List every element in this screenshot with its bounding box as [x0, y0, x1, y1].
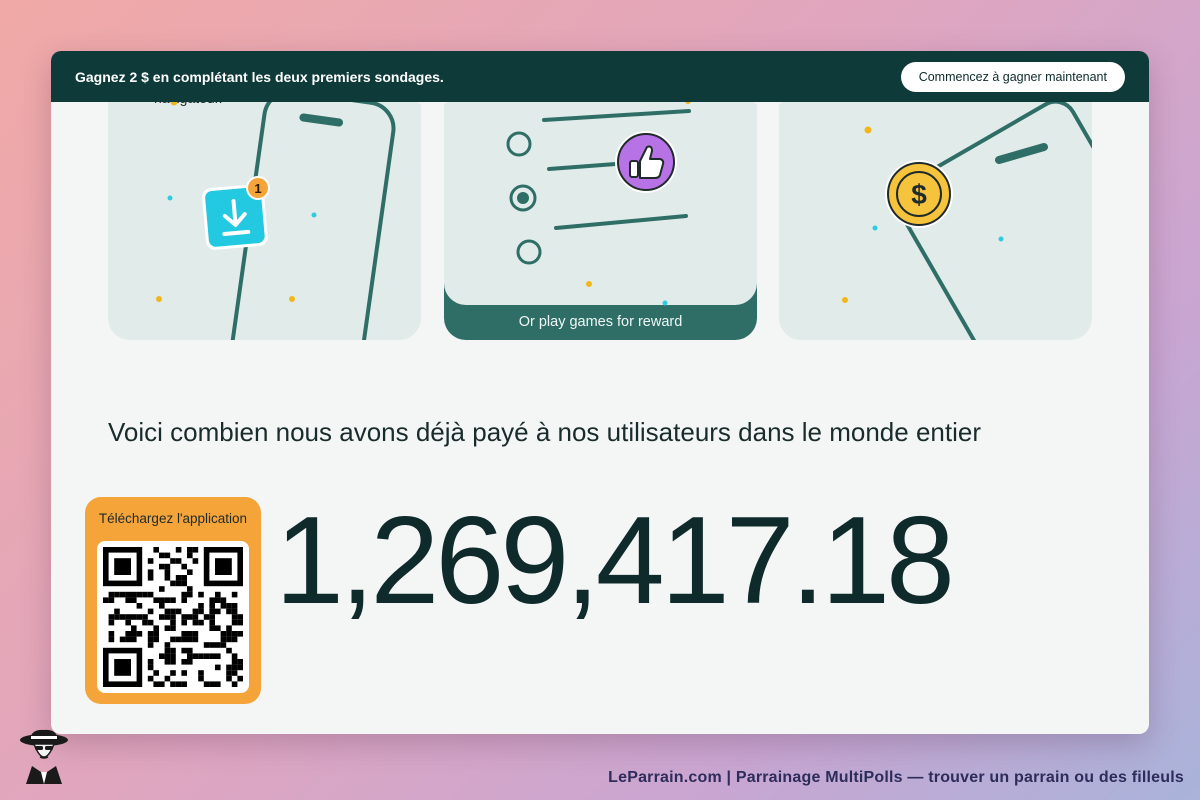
dollar-coin-icon: $ [885, 160, 953, 228]
payout-illustration: $ [779, 71, 1092, 340]
games-caption: Or play games for reward [518, 314, 683, 330]
phone-illustration: navigateur. 1 [154, 71, 421, 340]
total-paid-amount: 1,269,417.18 [275, 492, 955, 630]
qr-code-icon[interactable] [97, 541, 249, 693]
thumbs-up-icon [615, 131, 677, 193]
notification-badge: 1 [254, 181, 261, 196]
promo-banner: Gagnez 2 $ en complétant les deux premie… [51, 51, 1149, 102]
step-card-cashout: $ [779, 71, 1092, 340]
footer-caption: LeParrain.com | Parrainage MultiPolls — … [608, 769, 1184, 786]
start-earning-button[interactable]: Commencez à gagner maintenant [900, 61, 1125, 92]
step-card-download: navigateur. 1 [108, 71, 421, 340]
promo-text: Gagnez 2 $ en complétant les deux premie… [75, 68, 444, 85]
download-app-icon: 1 [202, 176, 270, 250]
payout-heading: Voici combien nous avons déjà payé à nos… [108, 417, 981, 447]
app-download-panel[interactable]: Téléchargez l'application [85, 497, 261, 704]
step-card-games: Or play games for reward [444, 71, 757, 340]
spy-mascot-logo [20, 729, 68, 784]
qr-code-frame [97, 541, 249, 693]
app-window: Gagnez 2 $ en complétant les deux premie… [51, 51, 1149, 734]
app-download-label: Téléchargez l'application [98, 511, 248, 526]
survey-illustration [444, 71, 757, 287]
coin-symbol: $ [911, 179, 927, 210]
